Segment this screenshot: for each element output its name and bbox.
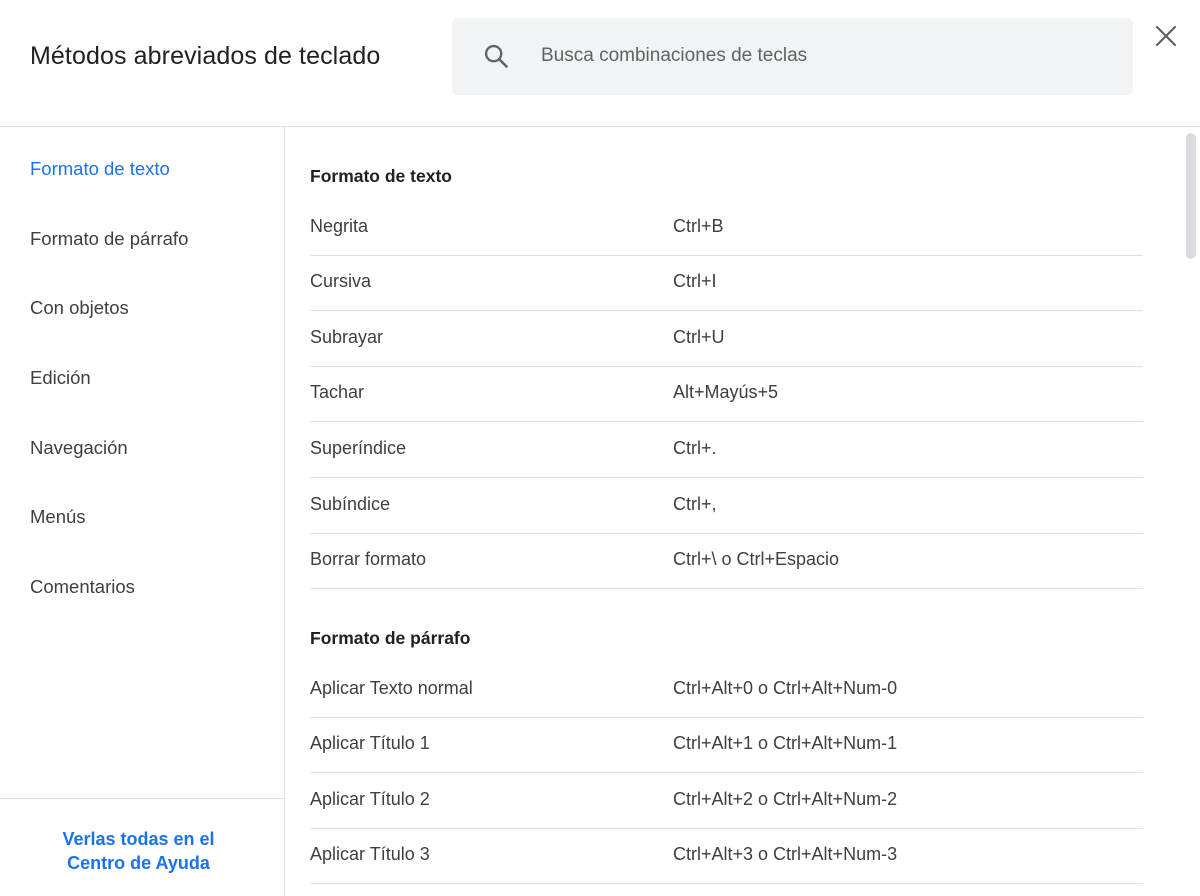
table-row: Aplicar Título 2 Ctrl+Alt+2 o Ctrl+Alt+N… [310, 773, 1143, 829]
shortcut-keys: Ctrl+Alt+3 o Ctrl+Alt+Num-3 [673, 844, 898, 864]
shortcut-action: Aplicar Texto normal [310, 678, 473, 698]
search-icon [484, 44, 508, 68]
table-row: Subíndice Ctrl+, [310, 478, 1143, 534]
help-link-line1: Verlas todas en el [62, 829, 215, 849]
table-row: Borrar formato Ctrl+\ o Ctrl+Espacio [310, 533, 1143, 589]
sidebar-item-navegacion[interactable]: Navegación [30, 437, 128, 459]
shortcut-action: Aplicar Título 1 [310, 733, 430, 753]
sidebar-item-edicion[interactable]: Edición [30, 367, 91, 389]
table-row: Tachar Alt+Mayús+5 [310, 366, 1143, 422]
sidebar-item-formato-de-texto[interactable]: Formato de texto [30, 158, 170, 180]
shortcut-keys: Ctrl+. [673, 438, 717, 458]
shortcut-keys: Ctrl+Alt+1 o Ctrl+Alt+Num-1 [673, 733, 898, 753]
shortcut-action: Cursiva [310, 271, 372, 291]
sidebar-item-formato-de-parrafo[interactable]: Formato de párrafo [30, 228, 188, 250]
shortcut-list: Formato de texto Negrita Ctrl+B Cursiva … [286, 128, 1200, 896]
sidebar-item-con-objetos[interactable]: Con objetos [30, 297, 129, 319]
sidebar-item-menus[interactable]: Menús [30, 506, 86, 528]
section-title-formato-de-texto: Formato de texto [310, 166, 452, 186]
shortcut-keys: Ctrl+Alt+0 o Ctrl+Alt+Num-0 [673, 678, 898, 698]
table-row: Superíndice Ctrl+. [310, 422, 1143, 478]
help-link-line2: Centro de Ayuda [67, 853, 210, 873]
table-row: Negrita Ctrl+B [310, 200, 1143, 256]
page-title: Métodos abreviados de teclado [30, 42, 381, 70]
table-row: Subrayar Ctrl+U [310, 311, 1143, 367]
shortcut-keys: Ctrl+Alt+2 o Ctrl+Alt+Num-2 [673, 789, 898, 809]
help-center-link[interactable]: Verlas todas en el Centro de Ayuda [0, 827, 277, 875]
shortcut-action: Borrar formato [310, 549, 427, 569]
shortcut-keys: Ctrl+, [673, 494, 717, 514]
shortcut-keys: Ctrl+U [673, 327, 725, 347]
shortcut-keys: Alt+Mayús+5 [673, 382, 779, 402]
shortcut-action: Negrita [310, 216, 369, 236]
sidebar-divider [0, 798, 284, 799]
shortcut-action: Tachar [310, 382, 365, 402]
scrollbar-thumb[interactable] [1186, 133, 1196, 259]
sidebar-item-comentarios[interactable]: Comentarios [30, 576, 135, 598]
shortcut-action: Aplicar Título 3 [310, 844, 430, 864]
shortcut-keys: Ctrl+\ o Ctrl+Espacio [673, 549, 840, 569]
close-icon[interactable] [1150, 20, 1182, 52]
table-row: Aplicar Título 1 Ctrl+Alt+1 o Ctrl+Alt+N… [310, 717, 1143, 773]
search-input[interactable] [541, 38, 1101, 74]
sidebar: Formato de texto Formato de párrafo Con … [0, 127, 285, 896]
dialog-header: Métodos abreviados de teclado [0, 0, 1200, 127]
shortcut-keys: Ctrl+B [673, 216, 724, 236]
shortcut-action: Subrayar [310, 327, 384, 347]
shortcut-keys: Ctrl+I [673, 271, 717, 291]
table-row: Cursiva Ctrl+I [310, 255, 1143, 311]
shortcut-action: Superíndice [310, 438, 407, 458]
shortcut-action: Subíndice [310, 494, 391, 514]
shortcut-action: Aplicar Título 2 [310, 789, 430, 809]
section-title-formato-de-parrafo: Formato de párrafo [310, 628, 471, 648]
table-row: Aplicar Título 3 Ctrl+Alt+3 o Ctrl+Alt+N… [310, 828, 1143, 884]
table-row: Aplicar Texto normal Ctrl+Alt+0 o Ctrl+A… [310, 662, 1143, 718]
